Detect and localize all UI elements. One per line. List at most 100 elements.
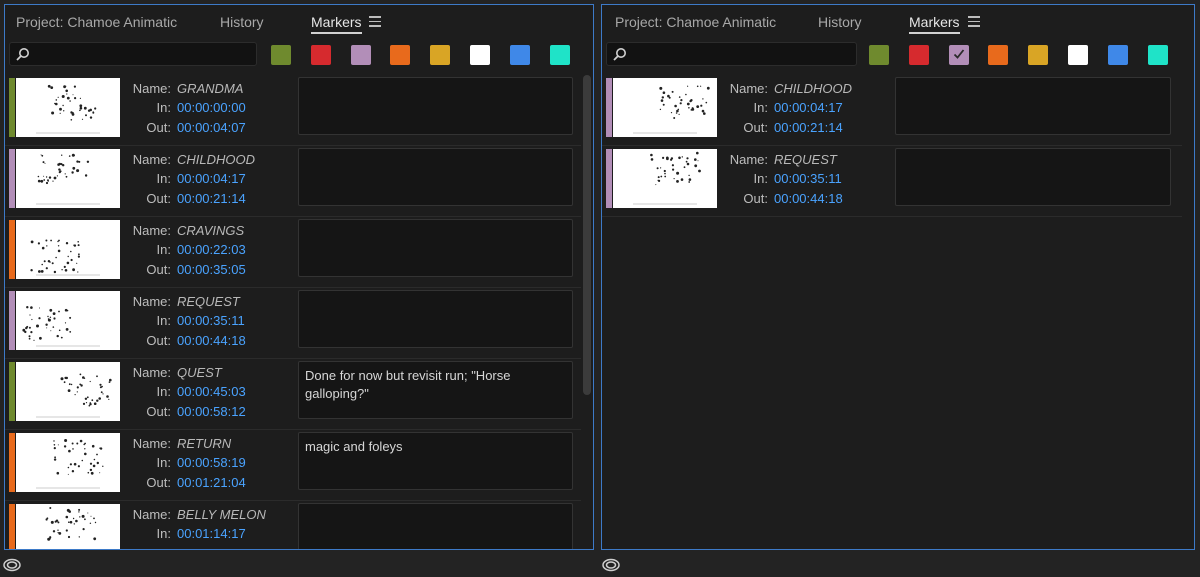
marker-row[interactable]: Name: QUEST In: 00:00:45:03 Out: 00:00:58:12 D… [5,359,581,430]
marker-in-timecode[interactable]: 00:00:35:11 [177,313,245,328]
tab-history[interactable]: History [220,14,264,34]
marker-name[interactable]: CHILDHOOD [177,152,255,167]
marker-thumbnail[interactable] [16,362,120,421]
marker-name[interactable]: CHILDHOOD [774,81,852,96]
color-filter-swatch[interactable] [1068,45,1088,65]
marker-list: Name: CHILDHOOD In: 00:00:04:17 Out: 00:00:21… [602,75,1182,549]
marker-thumbnail[interactable] [16,504,120,549]
marker-in-timecode[interactable]: 00:00:35:11 [774,171,842,186]
color-filter-swatch[interactable] [470,45,490,65]
tab-markers[interactable]: Markers [311,14,362,34]
marker-name[interactable]: BELLY MELON [177,507,266,522]
out-label: Out: [146,333,171,348]
marker-in-timecode[interactable]: 00:00:04:17 [177,171,246,186]
marker-comment-field[interactable] [895,77,1171,135]
marker-name[interactable]: QUEST [177,365,222,380]
marker-comment-field[interactable] [895,148,1171,206]
marker-color-bar [9,291,15,350]
marker-out-timecode[interactable]: 00:00:58:12 [177,404,246,419]
color-filter-swatch[interactable] [1107,45,1128,65]
search-input[interactable] [34,45,234,63]
marker-out-timecode[interactable]: 00:00:21:14 [774,120,843,135]
search-icon [16,48,29,61]
marker-out-timecode[interactable]: 00:01:21:04 [177,475,246,490]
marker-out-timecode[interactable]: 00:00:44:18 [177,333,246,348]
marker-comment-field[interactable]: magic and foleys [298,432,573,490]
marker-comment-field[interactable] [298,290,573,348]
out-label: Out: [743,120,768,135]
search-input[interactable] [631,45,831,63]
marker-name[interactable]: CRAVINGS [177,223,244,238]
marker-row[interactable]: Name: REQUEST In: 00:00:35:11 Out: 00:00:44:1… [602,146,1182,217]
marker-color-bar [606,149,612,208]
color-filter-swatch[interactable] [310,45,331,65]
out-label: Out: [743,191,768,206]
color-filter-swatch[interactable] [509,45,530,65]
marker-row[interactable]: Name: RETURN In: 00:00:58:19 Out: 00:01:21:04… [5,430,581,501]
marker-comment-field[interactable] [298,219,573,277]
color-filter-swatch[interactable] [430,45,451,65]
marker-row[interactable]: Name: CRAVINGS In: 00:00:22:03 Out: 00:00:35:… [5,217,581,288]
marker-in-timecode[interactable]: 00:00:45:03 [177,384,246,399]
marker-row[interactable]: Name: BELLY MELON In: 00:01:14:17 Out: [5,501,581,549]
tab-markers[interactable]: Markers [909,14,960,34]
marker-out-timecode[interactable]: 00:00:04:07 [177,120,246,135]
marker-color-bar [9,78,15,137]
marker-out-timecode[interactable]: 00:00:21:14 [177,191,246,206]
marker-in-timecode[interactable]: 00:00:00:00 [177,100,246,115]
marker-comment-field[interactable] [298,77,573,135]
marker-in-timecode[interactable]: 00:00:04:17 [774,100,843,115]
out-label: Out: [146,475,171,490]
marker-name[interactable]: GRANDMA [177,81,243,96]
color-filter-swatch[interactable] [908,45,929,65]
marker-comment-field[interactable] [298,503,573,549]
marker-out-timecode[interactable]: 00:00:44:18 [774,191,843,206]
marker-color-bar [9,220,15,279]
color-filter-swatch[interactable] [350,45,371,65]
name-label: Name: [132,436,171,451]
panel-menu-icon[interactable] [968,16,980,27]
color-filter-swatch[interactable] [390,45,411,65]
marker-comment-field[interactable] [298,148,573,206]
marker-row[interactable]: Name: CHILDHOOD In: 00:00:04:17 Out: 00:00:21… [602,75,1182,146]
color-filter-swatch[interactable] [1147,45,1168,65]
marker-in-timecode[interactable]: 00:01:14:17 [177,526,246,541]
marker-row[interactable]: Name: GRANDMA In: 00:00:00:00 Out: 00:00:04:0… [5,75,581,146]
marker-thumbnail[interactable] [613,78,717,137]
marker-in-timecode[interactable]: 00:00:58:19 [177,455,246,470]
marker-thumbnail[interactable] [16,220,120,279]
color-filter-swatch[interactable] [948,45,969,65]
color-filter-swatch[interactable] [988,45,1009,65]
marker-name[interactable]: RETURN [177,436,231,451]
tab-history[interactable]: History [818,14,862,34]
color-filter-swatch[interactable] [869,45,889,65]
scrollbar[interactable] [583,75,591,395]
marker-thumbnail[interactable] [613,149,717,208]
marker-out-timecode[interactable]: 00:00:35:05 [177,262,246,277]
name-label: Name: [132,294,171,309]
tab-project[interactable]: Project: Chamoe Animatic [16,14,177,34]
marker-name[interactable]: REQUEST [177,294,240,309]
creative-cloud-icon[interactable] [601,556,621,572]
marker-row[interactable]: Name: CHILDHOOD In: 00:00:04:17 Out: 00:00:21… [5,146,581,217]
marker-thumbnail[interactable] [16,78,120,137]
panel-tabs: Project: Chamoe Animatic History Markers [5,5,593,41]
color-filter-swatch[interactable] [271,45,291,65]
panel-menu-icon[interactable] [369,16,381,27]
marker-row[interactable]: Name: REQUEST In: 00:00:35:11 Out: 00:00:44:1… [5,288,581,359]
name-label: Name: [729,152,768,167]
marker-name[interactable]: REQUEST [774,152,837,167]
name-label: Name: [132,365,171,380]
marker-thumbnail[interactable] [16,149,120,208]
color-filter-swatch[interactable] [549,45,570,65]
marker-thumbnail[interactable] [16,291,120,350]
markers-panel-right: Project: Chamoe Animatic History Markers… [601,4,1195,550]
marker-comment-field[interactable]: Done for now but revisit run; "Horse gal… [298,361,573,419]
in-label: In: [156,100,171,115]
name-label: Name: [132,223,171,238]
tab-project[interactable]: Project: Chamoe Animatic [615,14,776,34]
color-filter-swatch[interactable] [1028,45,1049,65]
marker-thumbnail[interactable] [16,433,120,492]
marker-in-timecode[interactable]: 00:00:22:03 [177,242,246,257]
creative-cloud-icon[interactable] [2,556,22,572]
